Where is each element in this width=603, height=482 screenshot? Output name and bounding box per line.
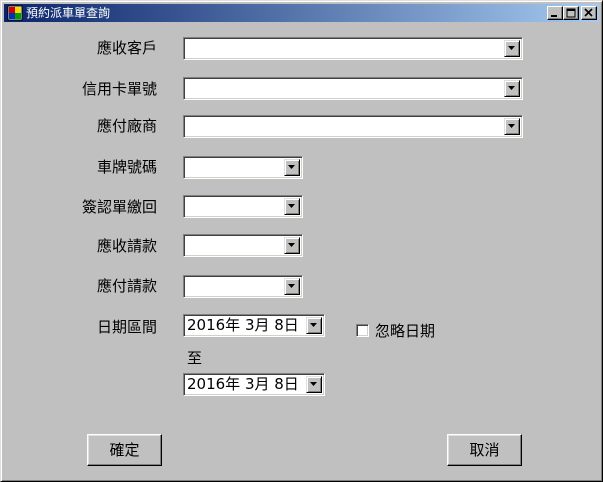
payable-request-label: 應付請款 [96,277,157,295]
minimize-button[interactable] [547,6,563,20]
chevron-down-icon [508,46,515,50]
cancel-button[interactable]: 取消 [447,434,522,466]
ignore-date-checkbox[interactable] [356,324,369,337]
chevron-down-icon [508,86,515,90]
receivable-request-label: 應收請款 [96,237,157,255]
date-to-dropdown-button[interactable] [306,376,322,393]
maximize-icon [566,8,576,18]
dialog-window: 預約派車單查詢 應收客戶 信用卡單號 應付廠商 車牌號碼 簽認單繳回 應收請款 … [0,0,603,482]
payable-request-combo[interactable] [183,275,303,298]
chevron-down-icon [508,124,515,128]
date-from-dropdown-button[interactable] [306,317,322,334]
vendor-payable-label: 應付廠商 [96,117,157,135]
title-bar[interactable]: 預約派車單查詢 [4,4,599,22]
receivable-request-combo[interactable] [183,234,303,257]
receivable-request-dropdown-button[interactable] [284,237,300,254]
window-title: 預約派車單查詢 [26,6,111,20]
chevron-down-icon [288,243,295,247]
date-to-picker[interactable]: 2016年 3月 8日 [183,373,325,396]
close-icon [584,8,593,17]
customer-receivable-combo[interactable] [183,37,523,60]
app-icon[interactable] [7,5,23,21]
customer-receivable-label: 應收客戶 [96,39,157,57]
credit-card-no-dropdown-button[interactable] [504,80,520,97]
payable-request-dropdown-button[interactable] [284,278,300,295]
close-button[interactable] [581,6,597,20]
ignore-date-label[interactable]: 忽略日期 [375,321,435,341]
chevron-down-icon [310,323,317,327]
sign-return-combo[interactable] [183,195,303,218]
chevron-down-icon [288,165,295,169]
customer-receivable-dropdown-button[interactable] [504,40,520,57]
plate-no-label: 車牌號碼 [96,158,157,176]
maximize-button[interactable] [563,6,579,20]
date-range-label: 日期區間 [96,318,157,336]
chevron-down-icon [310,382,317,386]
credit-card-no-combo[interactable] [183,77,523,100]
date-from-picker[interactable]: 2016年 3月 8日 [183,314,325,337]
plate-no-combo[interactable] [183,156,303,179]
date-from-value: 2016年 3月 8日 [187,316,299,334]
credit-card-no-label: 信用卡單號 [81,80,157,98]
vendor-payable-dropdown-button[interactable] [504,118,520,135]
vendor-payable-combo[interactable] [183,115,523,138]
date-to-value: 2016年 3月 8日 [187,375,299,393]
sign-return-dropdown-button[interactable] [284,198,300,215]
chevron-down-icon [288,204,295,208]
chevron-down-icon [288,284,295,288]
minimize-icon [551,15,557,17]
date-to-label: 至 [187,349,203,367]
sign-return-label: 簽認單繳回 [81,198,157,216]
plate-no-dropdown-button[interactable] [284,159,300,176]
ok-button[interactable]: 確定 [87,434,162,466]
